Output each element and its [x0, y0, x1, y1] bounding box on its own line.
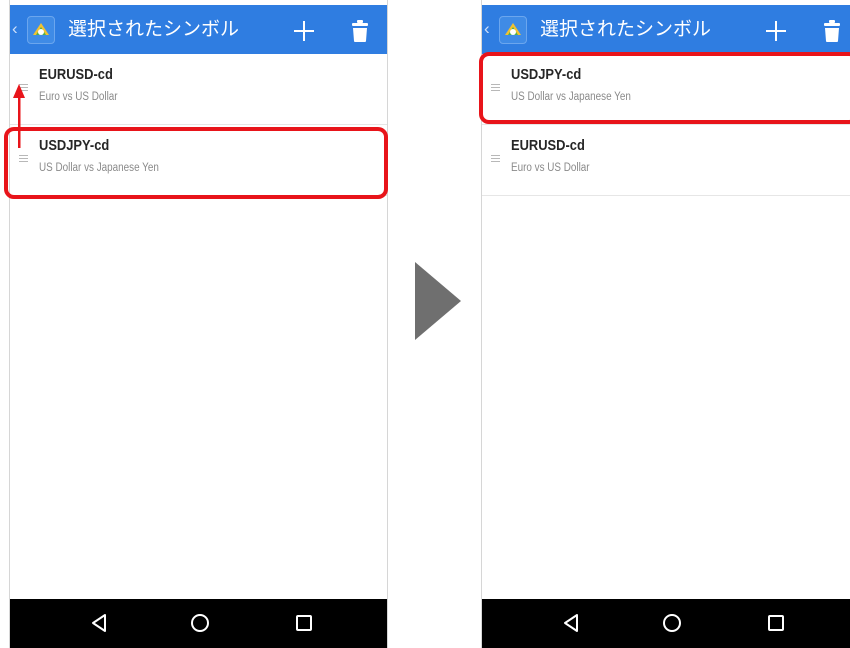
circle-home-icon[interactable] [188, 611, 212, 635]
list-item[interactable]: EURUSD-cd Euro vs US Dollar [10, 54, 387, 125]
square-recent-icon[interactable] [292, 611, 316, 635]
triangle-back-icon[interactable] [559, 611, 583, 635]
metatrader-logo[interactable] [27, 16, 55, 44]
app-bar: ‹ 選択されたシンボル [482, 5, 850, 54]
android-nav-bar [10, 599, 387, 648]
list-item[interactable]: EURUSD-cd Euro vs US Dollar [482, 125, 850, 196]
symbol-name: EURUSD-cd [39, 66, 113, 83]
highlight-box-moved-row [479, 52, 850, 124]
app-bar: ‹ 選択されたシンボル [10, 5, 387, 54]
page-title: 選択されたシンボル [540, 18, 712, 40]
drag-handle-icon[interactable] [491, 155, 500, 162]
chevron-left-icon[interactable]: ‹ [484, 20, 490, 37]
triangle-back-icon[interactable] [87, 611, 111, 635]
plus-icon[interactable] [292, 19, 316, 43]
transition-arrow-icon [415, 262, 461, 340]
android-nav-bar [482, 599, 850, 648]
symbol-description: Euro vs US Dollar [39, 91, 118, 103]
highlight-box-dragged-row [4, 127, 388, 199]
trash-icon[interactable] [350, 19, 370, 43]
square-recent-icon[interactable] [764, 611, 788, 635]
drag-up-arrow-icon [13, 84, 25, 148]
symbol-description: Euro vs US Dollar [511, 162, 590, 174]
metatrader-logo[interactable] [499, 16, 527, 44]
phone-screen-before: ‹ 選択されたシンボル EURUSD-cd Euro vs US Dollar [9, 0, 388, 648]
plus-icon[interactable] [764, 19, 788, 43]
trash-icon[interactable] [822, 19, 842, 43]
chevron-left-icon[interactable]: ‹ [12, 20, 18, 37]
page-title: 選択されたシンボル [68, 18, 240, 40]
circle-home-icon[interactable] [660, 611, 684, 635]
symbol-name: EURUSD-cd [511, 137, 585, 154]
